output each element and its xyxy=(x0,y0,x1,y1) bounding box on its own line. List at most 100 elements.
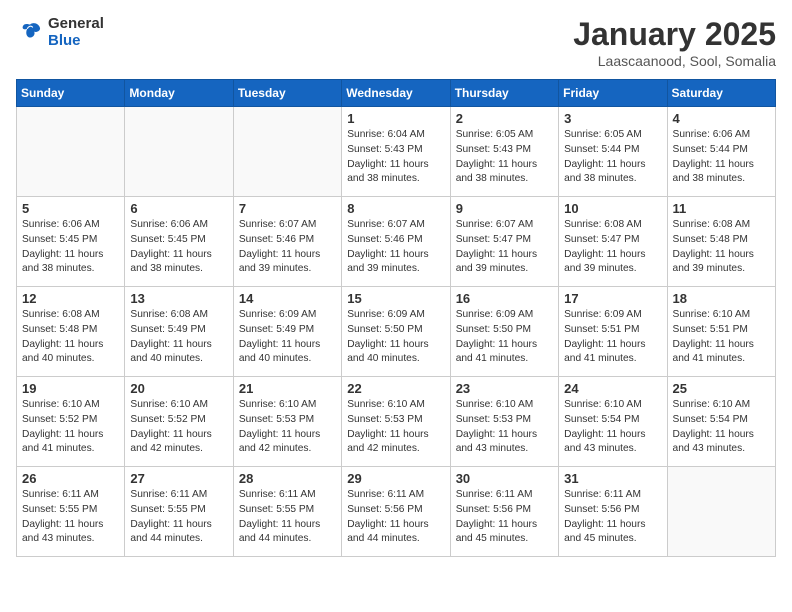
calendar-cell: 30 Sunrise: 6:11 AMSunset: 5:56 PMDayligh… xyxy=(450,467,558,557)
day-number: 7 xyxy=(239,201,336,216)
calendar-cell: 2 Sunrise: 6:05 AMSunset: 5:43 PMDaylight… xyxy=(450,107,558,197)
day-number: 31 xyxy=(564,471,661,486)
calendar-cell: 4Sunrise: 6:06 AMSunset: 5:44 PMDaylight… xyxy=(667,107,775,197)
weekday-header-monday: Monday xyxy=(125,80,233,107)
calendar-cell: 7 Sunrise: 6:07 AMSunset: 5:46 PMDaylight… xyxy=(233,197,341,287)
day-info: Sunrise: 6:07 AMSunset: 5:47 PMDaylight:… xyxy=(456,218,553,277)
day-info: Sunrise: 6:08 AMSunset: 5:48 PMDaylight:… xyxy=(673,218,770,277)
week-row-5: 26 Sunrise: 6:11 AMSunset: 5:55 PMDayligh… xyxy=(17,467,776,557)
day-number: 27 xyxy=(130,471,227,486)
calendar-title: January 2025 xyxy=(573,16,776,53)
day-info: Sunrise: 6:10 AMSunset: 5:51 PMDaylight:… xyxy=(673,308,770,367)
day-info: Sunrise: 6:10 AMSunset: 5:52 PMDaylight:… xyxy=(130,398,227,457)
weekday-header-friday: Friday xyxy=(559,80,667,107)
logo-general: General xyxy=(48,15,104,32)
weekday-header-tuesday: Tuesday xyxy=(233,80,341,107)
calendar-subtitle: Laascaanood, Sool, Somalia xyxy=(573,53,776,69)
day-number: 15 xyxy=(347,291,444,306)
day-info: Sunrise: 6:10 AMSunset: 5:53 PMDaylight:… xyxy=(347,398,444,457)
weekday-header-wednesday: Wednesday xyxy=(342,80,450,107)
day-info: Sunrise: 6:11 AMSunset: 5:56 PMDaylight:… xyxy=(564,488,661,547)
day-info: Sunrise: 6:11 AMSunset: 5:56 PMDaylight:… xyxy=(456,488,553,547)
day-info: Sunrise: 6:07 AMSunset: 5:46 PMDaylight:… xyxy=(239,218,336,277)
day-number: 19 xyxy=(22,381,119,396)
day-number: 30 xyxy=(456,471,553,486)
calendar-cell: 21Sunrise: 6:10 AMSunset: 5:53 PMDayligh… xyxy=(233,377,341,467)
calendar-cell: 8 Sunrise: 6:07 AMSunset: 5:46 PMDaylight… xyxy=(342,197,450,287)
title-block: January 2025 Laascaanood, Sool, Somalia xyxy=(573,16,776,69)
calendar-cell: 12Sunrise: 6:08 AMSunset: 5:48 PMDayligh… xyxy=(17,287,125,377)
day-info: Sunrise: 6:10 AMSunset: 5:53 PMDaylight:… xyxy=(456,398,553,457)
day-number: 1 xyxy=(347,111,444,126)
day-info: Sunrise: 6:05 AMSunset: 5:43 PMDaylight:… xyxy=(456,128,553,187)
day-number: 9 xyxy=(456,201,553,216)
day-info: Sunrise: 6:11 AMSunset: 5:55 PMDaylight:… xyxy=(22,488,119,547)
day-number: 23 xyxy=(456,381,553,396)
day-info: Sunrise: 6:10 AMSunset: 5:54 PMDaylight:… xyxy=(564,398,661,457)
day-number: 12 xyxy=(22,291,119,306)
day-number: 29 xyxy=(347,471,444,486)
calendar-cell: 31 Sunrise: 6:11 AMSunset: 5:56 PMDayligh… xyxy=(559,467,667,557)
day-info: Sunrise: 6:11 AMSunset: 5:55 PMDaylight:… xyxy=(130,488,227,547)
day-number: 10 xyxy=(564,201,661,216)
weekday-header-thursday: Thursday xyxy=(450,80,558,107)
calendar-cell: 27 Sunrise: 6:11 AMSunset: 5:55 PMDayligh… xyxy=(125,467,233,557)
weekday-header-sunday: Sunday xyxy=(17,80,125,107)
day-number: 8 xyxy=(347,201,444,216)
logo-icon xyxy=(16,19,44,47)
day-info: Sunrise: 6:07 AMSunset: 5:46 PMDaylight:… xyxy=(347,218,444,277)
day-number: 13 xyxy=(130,291,227,306)
day-info: Sunrise: 6:05 AMSunset: 5:44 PMDaylight:… xyxy=(564,128,661,187)
day-number: 18 xyxy=(673,291,770,306)
day-number: 26 xyxy=(22,471,119,486)
calendar-cell: 20Sunrise: 6:10 AMSunset: 5:52 PMDayligh… xyxy=(125,377,233,467)
calendar-cell xyxy=(233,107,341,197)
day-number: 24 xyxy=(564,381,661,396)
day-info: Sunrise: 6:09 AMSunset: 5:50 PMDaylight:… xyxy=(347,308,444,367)
day-info: Sunrise: 6:06 AMSunset: 5:45 PMDaylight:… xyxy=(130,218,227,277)
day-number: 2 xyxy=(456,111,553,126)
day-number: 22 xyxy=(347,381,444,396)
day-info: Sunrise: 6:11 AMSunset: 5:56 PMDaylight:… xyxy=(347,488,444,547)
calendar-cell: 24 Sunrise: 6:10 AMSunset: 5:54 PMDayligh… xyxy=(559,377,667,467)
day-number: 4 xyxy=(673,111,770,126)
logo: General Blue xyxy=(16,16,104,49)
day-info: Sunrise: 6:08 AMSunset: 5:47 PMDaylight:… xyxy=(564,218,661,277)
calendar-cell: 15 Sunrise: 6:09 AMSunset: 5:50 PMDayligh… xyxy=(342,287,450,377)
calendar-cell: 5Sunrise: 6:06 AMSunset: 5:45 PMDaylight… xyxy=(17,197,125,287)
logo-blue: Blue xyxy=(48,32,81,49)
day-number: 3 xyxy=(564,111,661,126)
day-info: Sunrise: 6:09 AMSunset: 5:50 PMDaylight:… xyxy=(456,308,553,367)
day-number: 17 xyxy=(564,291,661,306)
day-info: Sunrise: 6:10 AMSunset: 5:52 PMDaylight:… xyxy=(22,398,119,457)
calendar-cell: 11Sunrise: 6:08 AMSunset: 5:48 PMDayligh… xyxy=(667,197,775,287)
day-number: 28 xyxy=(239,471,336,486)
day-info: Sunrise: 6:10 AMSunset: 5:53 PMDaylight:… xyxy=(239,398,336,457)
day-info: Sunrise: 6:04 AMSunset: 5:43 PMDaylight:… xyxy=(347,128,444,187)
day-number: 16 xyxy=(456,291,553,306)
calendar-cell: 14 Sunrise: 6:09 AMSunset: 5:49 PMDayligh… xyxy=(233,287,341,377)
day-info: Sunrise: 6:09 AMSunset: 5:49 PMDaylight:… xyxy=(239,308,336,367)
logo-text-block: General Blue xyxy=(48,16,104,49)
day-number: 5 xyxy=(22,201,119,216)
calendar-cell: 29 Sunrise: 6:11 AMSunset: 5:56 PMDayligh… xyxy=(342,467,450,557)
day-info: Sunrise: 6:09 AMSunset: 5:51 PMDaylight:… xyxy=(564,308,661,367)
calendar-cell: 16 Sunrise: 6:09 AMSunset: 5:50 PMDayligh… xyxy=(450,287,558,377)
calendar-table: SundayMondayTuesdayWednesdayThursdayFrid… xyxy=(16,79,776,557)
calendar-cell: 10 Sunrise: 6:08 AMSunset: 5:47 PMDayligh… xyxy=(559,197,667,287)
calendar-cell: 23 Sunrise: 6:10 AMSunset: 5:53 PMDayligh… xyxy=(450,377,558,467)
week-row-3: 12Sunrise: 6:08 AMSunset: 5:48 PMDayligh… xyxy=(17,287,776,377)
week-row-1: 1 Sunrise: 6:04 AMSunset: 5:43 PMDaylight… xyxy=(17,107,776,197)
week-row-4: 19 Sunrise: 6:10 AMSunset: 5:52 PMDayligh… xyxy=(17,377,776,467)
calendar-cell: 1 Sunrise: 6:04 AMSunset: 5:43 PMDaylight… xyxy=(342,107,450,197)
day-number: 25 xyxy=(673,381,770,396)
calendar-cell: 22 Sunrise: 6:10 AMSunset: 5:53 PMDayligh… xyxy=(342,377,450,467)
calendar-cell: 9 Sunrise: 6:07 AMSunset: 5:47 PMDaylight… xyxy=(450,197,558,287)
page-header: General Blue January 2025 Laascaanood, S… xyxy=(16,16,776,69)
day-info: Sunrise: 6:08 AMSunset: 5:49 PMDaylight:… xyxy=(130,308,227,367)
calendar-cell: 17 Sunrise: 6:09 AMSunset: 5:51 PMDayligh… xyxy=(559,287,667,377)
weekday-header-row: SundayMondayTuesdayWednesdayThursdayFrid… xyxy=(17,80,776,107)
calendar-cell: 25Sunrise: 6:10 AMSunset: 5:54 PMDayligh… xyxy=(667,377,775,467)
day-number: 14 xyxy=(239,291,336,306)
calendar-cell xyxy=(17,107,125,197)
